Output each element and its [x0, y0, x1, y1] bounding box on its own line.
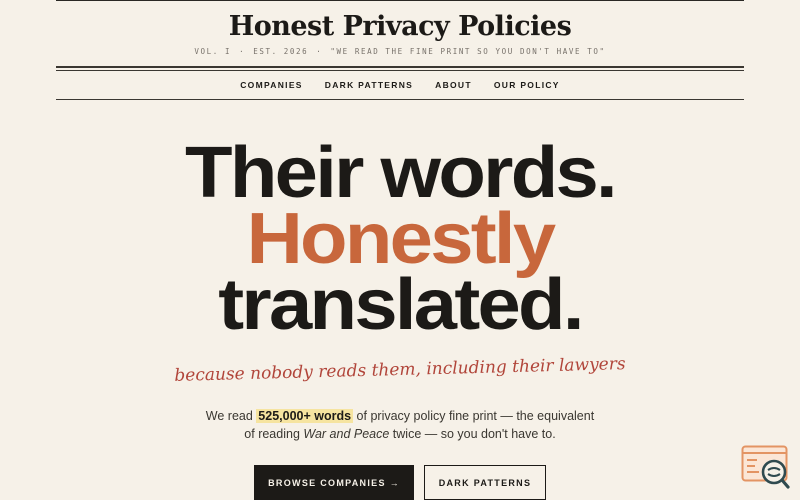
volume-label: VOL. I [194, 47, 232, 56]
intro-paragraph: We read 525,000+ words of privacy policy… [0, 407, 800, 443]
search-document-icon[interactable] [741, 445, 791, 489]
tagline: VOL. I · EST. 2026 · "WE READ THE FINE PRINT… [56, 47, 744, 56]
main-nav: COMPANIES DARK PATTERNS ABOUT OUR POLICY [56, 71, 744, 100]
nav-companies[interactable]: COMPANIES [240, 80, 303, 90]
hero-line-2: Honestly [246, 199, 557, 279]
motto-label: "WE READ THE FINE PRINT SO YOU DON'T HAV… [330, 47, 606, 56]
separator-dot: · [239, 47, 246, 56]
hero-line-3: translated. [218, 265, 584, 345]
hero-line-1: Their words. [185, 133, 618, 213]
search-document-icon-graphic [741, 445, 790, 489]
intro-text: twice — so you don't have to. [389, 427, 556, 441]
dark-patterns-button[interactable]: DARK PATTERNS [424, 465, 546, 500]
word-count-highlight: 525,000+ words [256, 409, 354, 423]
intro-text: of reading [244, 427, 304, 441]
intro-text: We read [205, 409, 257, 423]
masthead: Honest Privacy Policies VOL. I · EST. 2026… [56, 0, 744, 100]
hero-headline: Their words. Honestly translated. [0, 133, 800, 345]
nav-our-policy[interactable]: OUR POLICY [494, 80, 560, 90]
separator-dot: · [316, 47, 323, 56]
site-title[interactable]: Honest Privacy Policies [56, 10, 744, 44]
intro-text: of privacy policy fine print — the equiv… [353, 409, 595, 423]
nav-dark-patterns[interactable]: DARK PATTERNS [325, 80, 413, 90]
browse-companies-button[interactable]: BROWSE COMPANIES → [254, 465, 414, 500]
established-label: EST. 2026 [253, 47, 309, 56]
nav-about[interactable]: ABOUT [435, 80, 472, 90]
handwritten-subtitle: because nobody reads them, including the… [174, 354, 626, 386]
book-title: War and Peace [303, 427, 390, 441]
cta-group: BROWSE COMPANIES → DARK PATTERNS [0, 465, 800, 500]
